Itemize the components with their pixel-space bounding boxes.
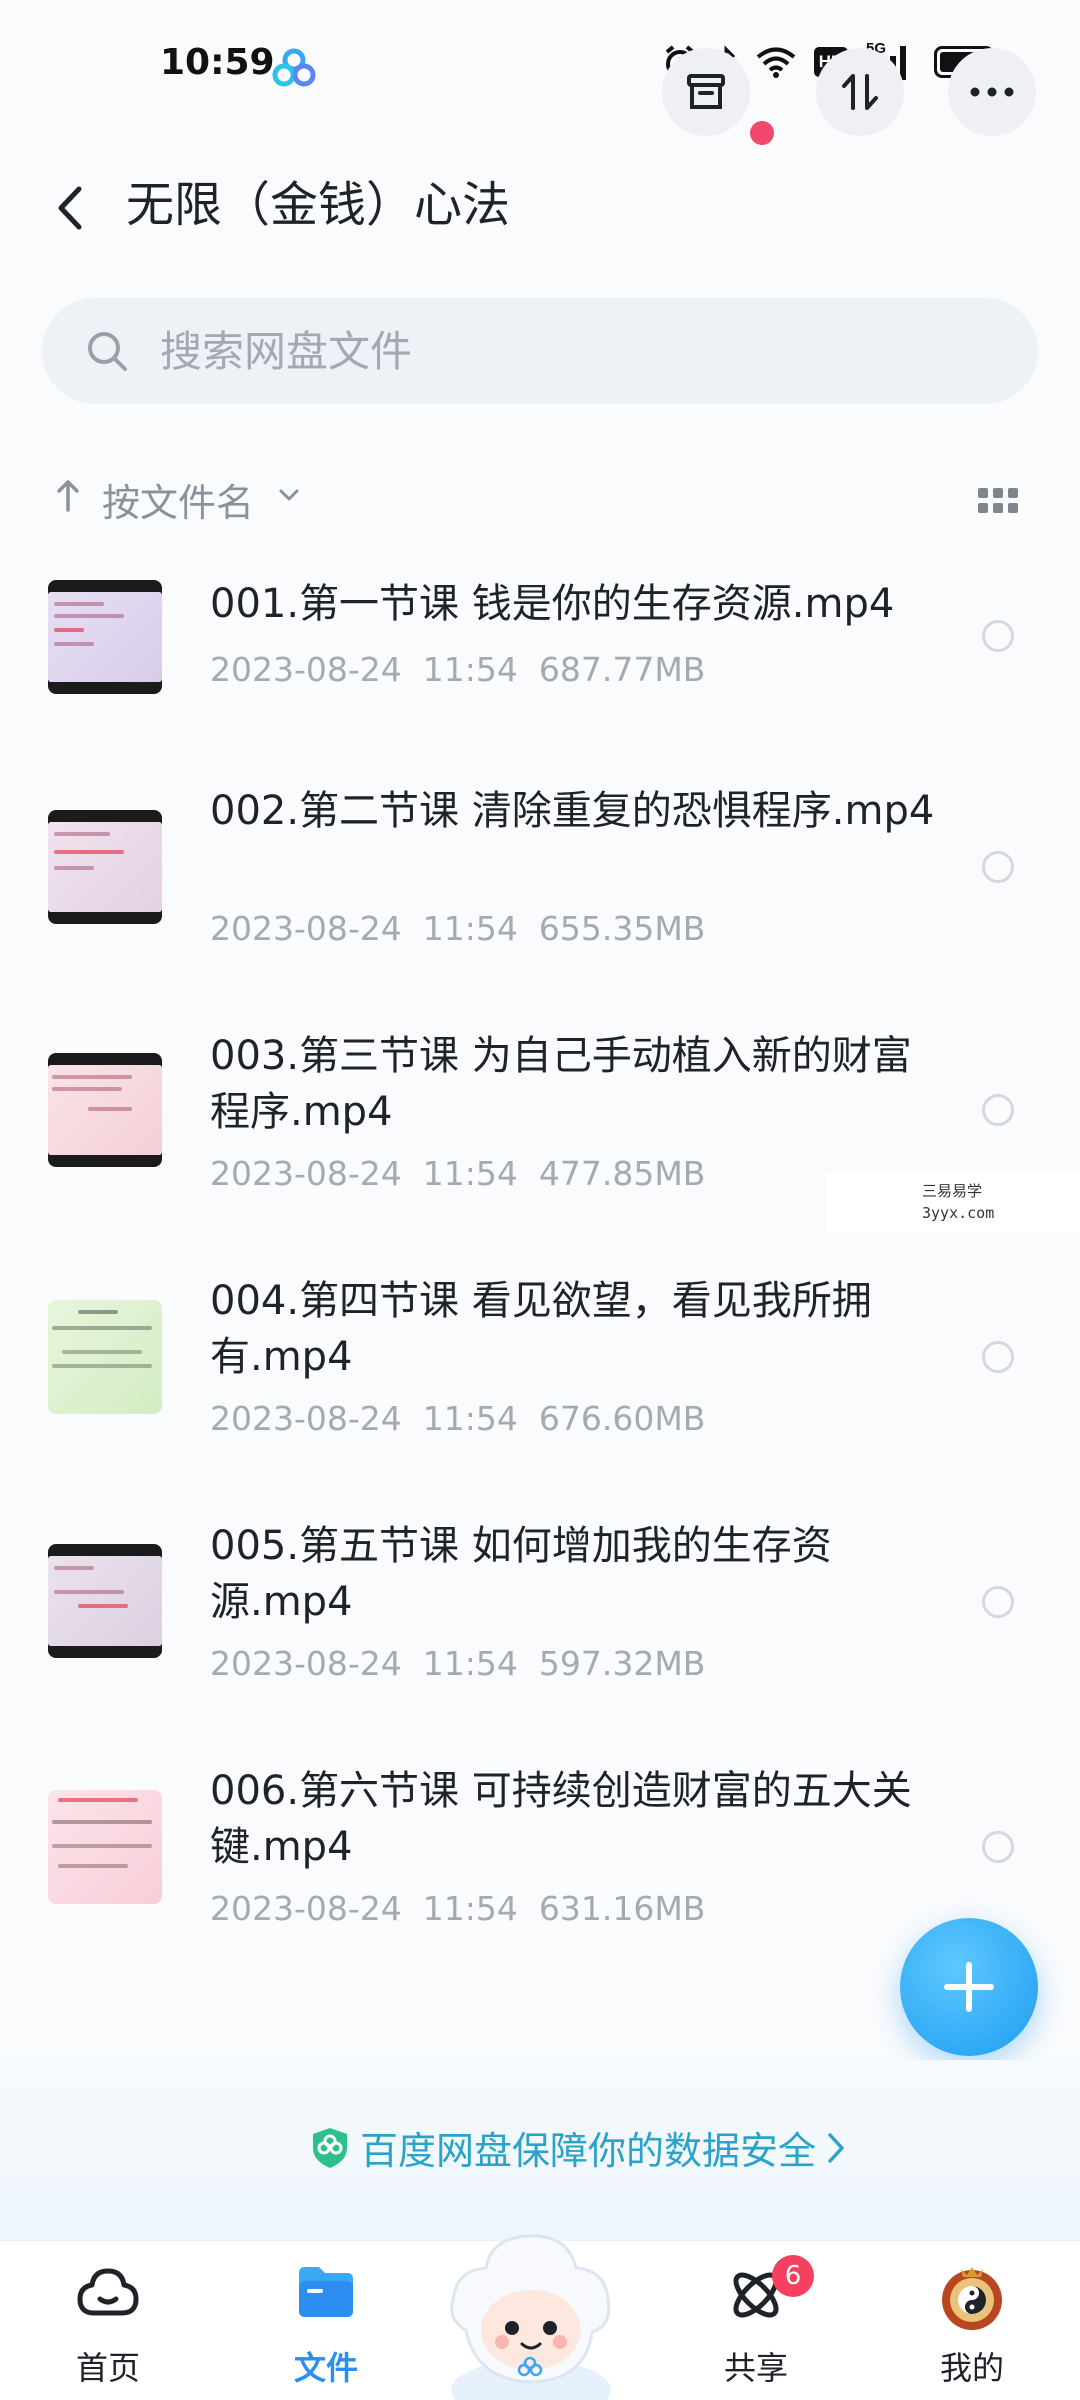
folder-title: 无限（金钱）心法	[126, 177, 511, 233]
avatar	[942, 2267, 1002, 2330]
baidu-netdisk-status-icon	[272, 48, 316, 88]
file-row[interactable]: 002.第二节课 清除重复的恐惧程序.mp4 2023-08-24 11:54 …	[0, 775, 1080, 1020]
chevron-right-icon	[828, 2132, 844, 2163]
video-thumbnail	[48, 1053, 162, 1167]
file-row[interactable]: 004.第四节课 看见欲望，看见我所拥有.mp4 2023-08-24 11:5…	[0, 1265, 1080, 1510]
notification-dot	[750, 121, 774, 145]
file-meta: 2023-08-24 11:54 597.32MB	[210, 1644, 706, 1683]
header: 无限（金钱）心法	[0, 140, 1080, 290]
more-icon	[970, 87, 1014, 97]
more-button[interactable]	[948, 48, 1036, 136]
nav-share-label: 共享	[723, 2349, 788, 2387]
watermark: 三易易学 3yyx.com	[826, 1172, 1080, 1232]
shield-icon	[313, 2127, 347, 2168]
plus-icon	[944, 1962, 994, 2012]
folder-icon	[299, 2267, 353, 2317]
select-checkbox[interactable]	[982, 851, 1014, 883]
back-arrow-icon	[58, 186, 82, 230]
select-checkbox[interactable]	[982, 1586, 1014, 1618]
sort-icon	[842, 74, 878, 110]
cloud-mascot-icon	[450, 2234, 611, 2400]
video-thumbnail	[48, 1300, 162, 1414]
nav-files[interactable]: 文件	[246, 2241, 406, 2400]
nav-home[interactable]: 首页	[28, 2241, 188, 2400]
chevron-down-icon[interactable]	[278, 488, 300, 502]
nav-me[interactable]: 我的	[892, 2241, 1052, 2400]
video-thumbnail	[48, 810, 162, 924]
search-icon	[88, 332, 127, 371]
nav-share[interactable]: 6 共享	[676, 2241, 836, 2400]
file-meta: 2023-08-24 11:54 687.77MB	[210, 650, 706, 689]
home-cloud-icon	[77, 2268, 139, 2316]
archive-button[interactable]	[662, 48, 750, 136]
share-badge: 6	[772, 2255, 814, 2297]
select-checkbox[interactable]	[982, 1341, 1014, 1373]
file-row[interactable]: 001.第一节课 钱是你的生存资源.mp4 2023-08-24 11:54 6…	[0, 562, 1080, 807]
search-input[interactable]	[160, 298, 980, 404]
file-meta: 2023-08-24 11:54 676.60MB	[210, 1399, 706, 1438]
file-name: 006.第六节课 可持续创造财富的五大关键.mp4	[210, 1768, 912, 1870]
select-checkbox[interactable]	[982, 1831, 1014, 1863]
file-name: 002.第二节课 清除重复的恐惧程序.mp4	[210, 788, 935, 834]
file-meta: 2023-08-24 11:54 477.85MB	[210, 1154, 706, 1193]
grid-view-icon[interactable]	[978, 488, 1018, 513]
select-checkbox[interactable]	[982, 1094, 1014, 1126]
add-button[interactable]	[900, 1918, 1038, 2056]
nav-home-label: 首页	[75, 2349, 140, 2387]
status-time: 10:59	[160, 42, 275, 83]
video-thumbnail	[48, 580, 162, 694]
nav-me-label: 我的	[939, 2349, 1004, 2387]
file-name: 003.第三节课 为自己手动植入新的财富程序.mp4	[210, 1033, 912, 1135]
security-banner-content[interactable]: 百度网盘保障你的数据安全	[310, 2120, 846, 2175]
sort-button[interactable]	[816, 48, 904, 136]
archive-icon	[687, 74, 725, 109]
sort-ascending-icon	[57, 480, 79, 512]
select-checkbox[interactable]	[982, 620, 1014, 652]
file-row[interactable]: 005.第五节课 如何增加我的生存资源.mp4 2023-08-24 11:54…	[0, 1510, 1080, 1755]
watermark-url: 3yyx.com	[922, 1204, 995, 1222]
file-name: 005.第五节课 如何增加我的生存资源.mp4	[210, 1523, 832, 1625]
mascot-button[interactable]	[436, 2210, 626, 2400]
status-bar: 10:59 HD 5G	[0, 0, 1080, 140]
watermark-text: 三易易学	[922, 1182, 983, 1200]
nav-files-label: 文件	[293, 2349, 358, 2387]
sort-mode-label[interactable]: 按文件名	[102, 472, 254, 527]
file-meta: 2023-08-24 11:54 655.35MB	[210, 909, 706, 948]
video-thumbnail	[48, 1544, 162, 1658]
wifi-icon	[756, 47, 796, 78]
file-name: 004.第四节课 看见欲望，看见我所拥有.mp4	[210, 1278, 872, 1380]
video-thumbnail	[48, 1790, 162, 1904]
file-meta: 2023-08-24 11:54 631.16MB	[210, 1889, 706, 1928]
file-name: 001.第一节课 钱是你的生存资源.mp4	[210, 581, 895, 627]
sort-row: 按文件名	[0, 460, 1080, 540]
back-button[interactable]	[46, 168, 94, 248]
search-bar[interactable]	[42, 298, 1038, 404]
security-banner-text: 百度网盘保障你的数据安全	[360, 2129, 817, 2173]
